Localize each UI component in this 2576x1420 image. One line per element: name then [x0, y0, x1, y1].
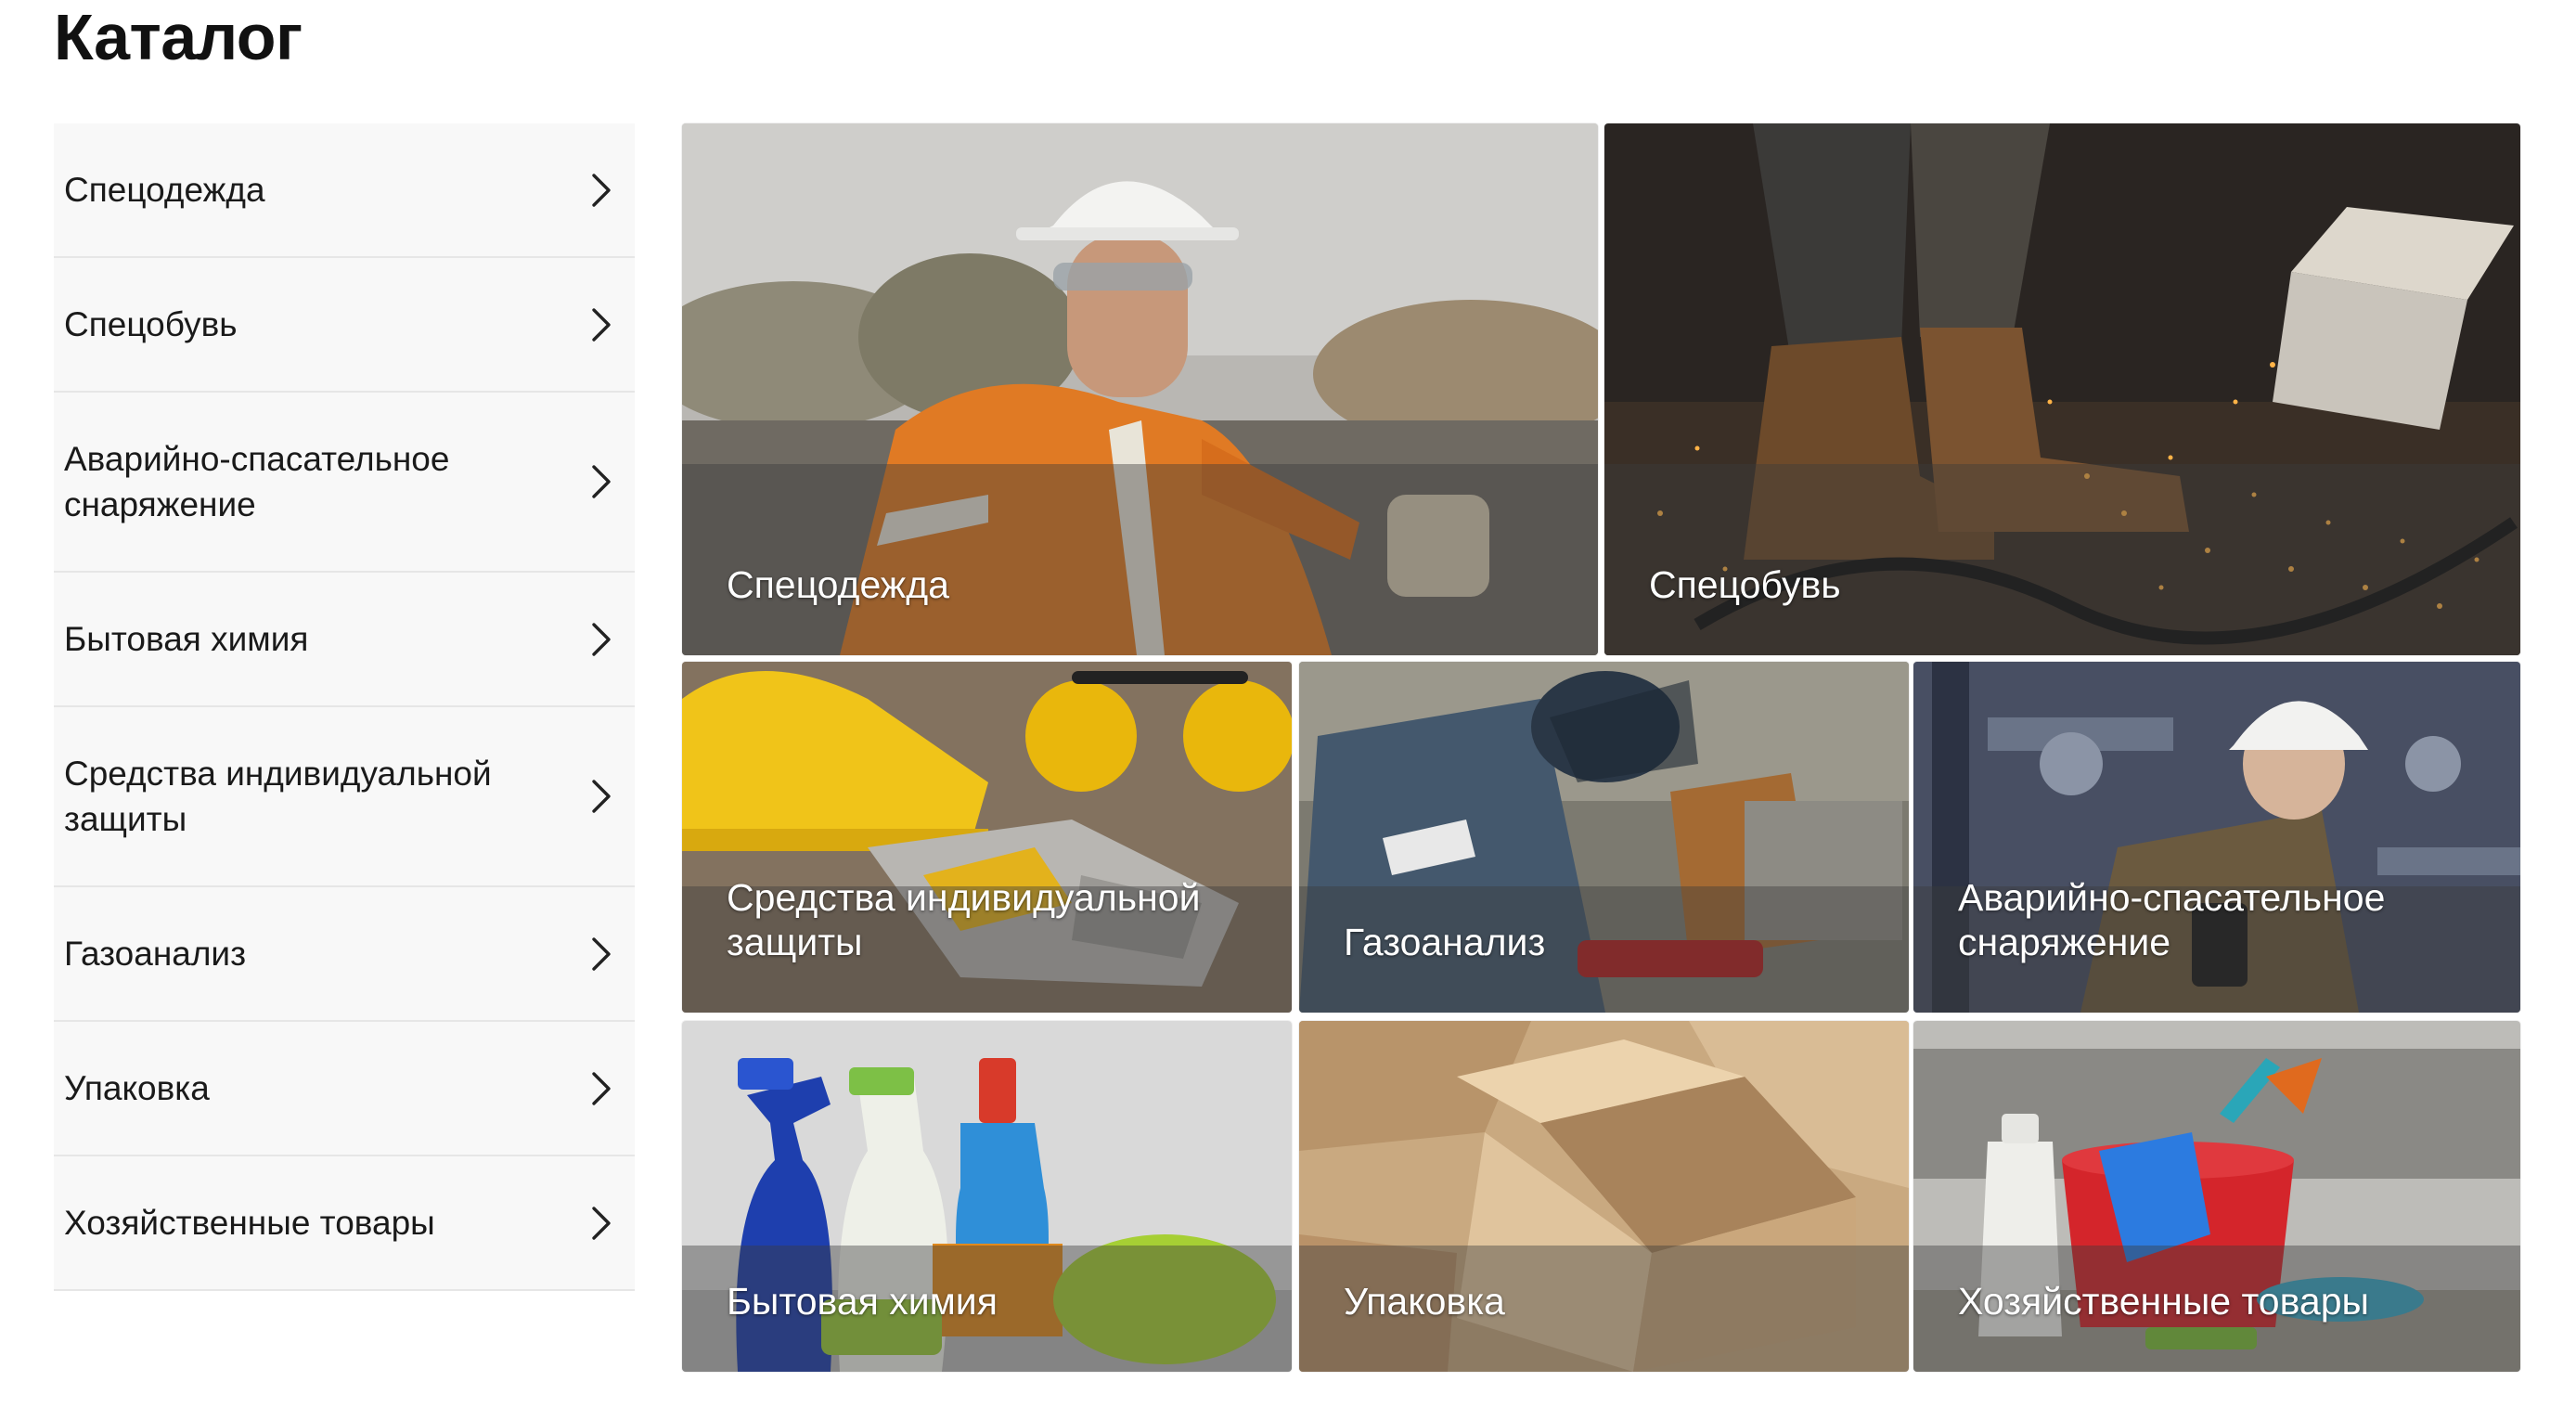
chevron-right-icon — [592, 780, 611, 813]
tile-label: Бытовая химия — [727, 1280, 998, 1323]
sidebar-item-household-chemicals[interactable]: Бытовая химия — [54, 573, 635, 707]
tile-label: Спецодежда — [727, 563, 949, 606]
tile-household-chemicals[interactable]: Бытовая химия — [682, 1021, 1292, 1372]
sidebar-item-household-goods[interactable]: Хозяйственные товары — [54, 1156, 635, 1291]
sidebar-item-label: Газоанализ — [64, 935, 247, 973]
tile-label: Хозяйственные товары — [1958, 1280, 2369, 1323]
sidebar-item-label: Упаковка — [64, 1069, 210, 1107]
tile-gas-analysis[interactable]: Газоанализ — [1299, 662, 1909, 1013]
sidebar-item-rescue-equipment[interactable]: Аварийно-спасательное снаряжение — [54, 393, 635, 573]
tile-label-overlay — [1604, 463, 2520, 655]
chevron-right-icon — [592, 936, 611, 971]
chevron-right-icon — [592, 1206, 611, 1240]
chevron-right-icon — [592, 1071, 611, 1105]
sidebar-item-label: Бытовая химия — [64, 620, 309, 658]
sidebar-item-footwear[interactable]: Спецобувь — [54, 258, 635, 393]
sidebar-item-label: Спецодежда — [64, 171, 265, 209]
tile-label: Упаковка — [1344, 1280, 1505, 1323]
catalog-sidebar: Спецодежда Спецобувь Аварийно-спасательн… — [54, 123, 635, 1291]
page-title: Каталог — [54, 1, 303, 73]
tile-label: Аварийно-спасательное снаряжение — [1958, 876, 2386, 963]
tile-workwear[interactable]: Спецодежда — [682, 123, 1598, 655]
chevron-right-icon — [592, 465, 611, 498]
chevron-right-icon — [592, 307, 611, 342]
sidebar-item-packaging[interactable]: Упаковка — [54, 1022, 635, 1156]
tile-label: Газоанализ — [1344, 921, 1546, 963]
tile-packaging[interactable]: Упаковка — [1299, 1021, 1909, 1372]
tile-label-overlay — [682, 463, 1598, 655]
sidebar-item-ppe[interactable]: Средства индивидуальной защиты — [54, 707, 635, 887]
sidebar-item-label: Средства индивидуальной защиты — [64, 755, 492, 838]
sidebar-item-label: Спецобувь — [64, 305, 238, 343]
tile-footwear[interactable]: Спецобувь — [1604, 123, 2520, 655]
tile-label: Средства индивидуальной защиты — [727, 876, 1201, 963]
tile-ppe[interactable]: Средства индивидуальной защиты — [682, 662, 1292, 1013]
sidebar-item-gas-analysis[interactable]: Газоанализ — [54, 887, 635, 1022]
tile-rescue-equipment[interactable]: Аварийно-спасательное снаряжение — [1913, 662, 2520, 1013]
sidebar-item-label: Аварийно-спасательное снаряжение — [64, 440, 450, 523]
chevron-right-icon — [592, 173, 611, 207]
chevron-right-icon — [592, 622, 611, 656]
sidebar-item-label: Хозяйственные товары — [64, 1204, 435, 1242]
tile-label: Спецобувь — [1649, 563, 1841, 606]
tile-household-goods[interactable]: Хозяйственные товары — [1913, 1021, 2520, 1372]
sidebar-item-workwear[interactable]: Спецодежда — [54, 123, 635, 258]
